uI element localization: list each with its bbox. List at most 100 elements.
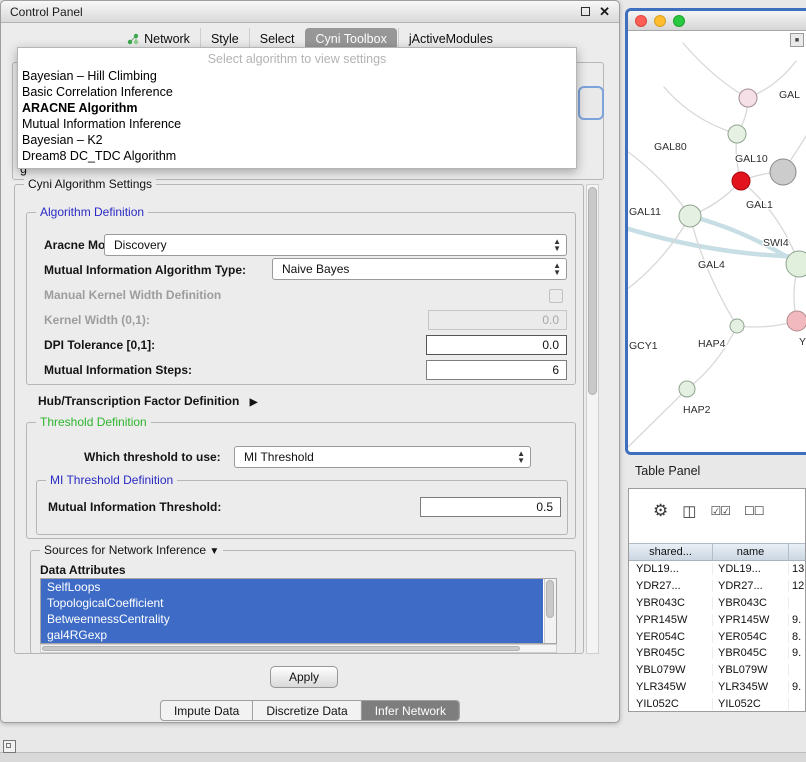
table-row[interactable]: YBR043CYBR043C xyxy=(629,595,805,612)
settings-scrollbar[interactable] xyxy=(586,184,599,654)
network-node[interactable] xyxy=(739,89,757,107)
settings-scrollbar-thumb[interactable] xyxy=(588,187,597,395)
network-node[interactable] xyxy=(730,319,744,333)
attributes-scrollbar-thumb[interactable] xyxy=(546,580,554,618)
which-threshold-label: Which threshold to use: xyxy=(84,450,221,464)
node-label: Y xyxy=(799,336,806,348)
network-node[interactable] xyxy=(679,381,695,397)
tab-discretize-data[interactable]: Discretize Data xyxy=(252,701,360,720)
table-header-name[interactable]: name xyxy=(713,544,789,560)
field-value: 0.0 xyxy=(542,313,559,327)
table-row[interactable]: YLR345WYLR345W9. xyxy=(629,679,805,696)
table-row[interactable]: YDL19...YDL19...13 xyxy=(629,561,805,578)
combo-value: MI Threshold xyxy=(244,450,314,464)
table-cell: 9. xyxy=(789,681,805,693)
data-attributes-list[interactable]: SelfLoopsTopologicalCoefficientBetweenne… xyxy=(40,578,557,644)
attribute-list-item[interactable]: gal4RGexp xyxy=(41,627,543,643)
minimized-panel-icon[interactable] xyxy=(3,740,16,753)
network-canvas-svg[interactable]: GALGAL80GAL10GAL11GAL1SWI4GAL4GCY1HAP4YH… xyxy=(628,31,806,452)
mi-steps-field[interactable]: 6 xyxy=(426,360,567,380)
kernel-width-label: Kernel Width (0,1): xyxy=(44,313,150,327)
expand-arrow-icon[interactable]: ▶ xyxy=(250,397,258,408)
aracne-mode-combo[interactable]: Discovery ▲▼ xyxy=(104,234,567,256)
network-canvas[interactable]: GALGAL80GAL10GAL11GAL1SWI4GAL4GCY1HAP4YH… xyxy=(628,31,806,452)
algorithm-dropdown-placeholder: Select algorithm to view settings xyxy=(18,50,576,68)
deselect-all-checkboxes-icon[interactable]: ☐☐ xyxy=(744,504,764,518)
zoom-traffic-light[interactable] xyxy=(673,15,685,27)
data-attributes-list-items: SelfLoopsTopologicalCoefficientBetweenne… xyxy=(41,579,556,643)
algorithm-option[interactable]: Bayesian – K2 xyxy=(18,132,576,148)
node-label: GAL10 xyxy=(735,153,768,165)
apply-button[interactable]: Apply xyxy=(270,666,338,688)
combo-stepper-icon: ▲▼ xyxy=(553,238,561,252)
manual-kernel-checkbox[interactable] xyxy=(549,289,563,303)
select-all-checkboxes-icon[interactable]: ☑☑ xyxy=(710,504,730,518)
attribute-list-item[interactable]: TopologicalCoefficient xyxy=(41,595,543,611)
table-row[interactable]: YBR045CYBR045C9. xyxy=(629,645,805,662)
attributes-hscrollbar[interactable] xyxy=(40,644,557,653)
field-value: 6 xyxy=(552,363,559,377)
minimize-traffic-light[interactable] xyxy=(654,15,666,27)
dpi-tolerance-label: DPI Tolerance [0,1]: xyxy=(44,338,155,352)
table-cell: YDL19... xyxy=(629,563,713,575)
table-row[interactable]: YIL052CYIL052C xyxy=(629,695,805,712)
table-cell: YIL052C xyxy=(629,698,713,710)
float-window-icon[interactable] xyxy=(581,7,590,16)
table-cell: 9. xyxy=(789,614,805,626)
algorithm-option[interactable]: Basic Correlation Inference xyxy=(18,84,576,100)
table-cell: YER054C xyxy=(629,631,713,643)
table-panel-title: Table Panel xyxy=(635,464,700,478)
table-row[interactable]: YBL079WYBL079W xyxy=(629,662,805,679)
table-row[interactable]: YPR145WYPR145W9. xyxy=(629,611,805,628)
hub-definition-toggle[interactable]: Hub/Transcription Factor Definition ▶ xyxy=(38,394,257,408)
table-header-clipped[interactable] xyxy=(789,544,805,560)
combo-stepper-icon: ▲▼ xyxy=(553,262,561,276)
node-label: HAP2 xyxy=(683,404,711,416)
attributes-hscrollbar-thumb[interactable] xyxy=(42,646,520,651)
network-node[interactable] xyxy=(728,125,746,143)
close-traffic-light[interactable] xyxy=(635,15,647,27)
tab-infer-network[interactable]: Infer Network xyxy=(361,701,459,720)
table-toolbar: ⚙ ◫ ☑☑ ☐☐ xyxy=(629,501,805,521)
table-cell: YBL079W xyxy=(713,664,789,676)
node-label: GAL4 xyxy=(698,259,725,271)
algorithm-option[interactable]: Mutual Information Inference xyxy=(18,116,576,132)
attributes-scrollbar[interactable] xyxy=(544,579,556,643)
column-selector-icon[interactable]: ◫ xyxy=(682,502,696,520)
table-row[interactable]: YER054CYER054C8. xyxy=(629,628,805,645)
mi-algorithm-type-combo[interactable]: Naive Bayes ▲▼ xyxy=(272,258,567,280)
mi-steps-label: Mutual Information Steps: xyxy=(44,363,192,377)
group-title: Cyni Algorithm Settings xyxy=(24,177,156,192)
mi-threshold-field[interactable]: 0.5 xyxy=(420,497,561,517)
mi-algorithm-type-label: Mutual Information Algorithm Type: xyxy=(44,263,246,277)
algorithm-option[interactable]: Dream8 DC_TDC Algorithm xyxy=(18,148,576,164)
network-node[interactable] xyxy=(732,172,750,190)
algorithm-option[interactable]: Bayesian – Hill Climbing xyxy=(18,68,576,84)
table-header-shared-name[interactable]: shared... xyxy=(629,544,713,560)
network-node[interactable] xyxy=(770,159,796,185)
network-node[interactable] xyxy=(787,311,806,331)
attribute-list-item[interactable]: BetweennessCentrality xyxy=(41,611,543,627)
network-node[interactable] xyxy=(679,205,701,227)
table-panel-window: ⚙ ◫ ☑☑ ☐☐ shared... name YDL19...YDL19..… xyxy=(628,488,806,712)
close-icon[interactable]: ✕ xyxy=(599,5,610,18)
attribute-list-item[interactable]: SelfLoops xyxy=(41,579,543,595)
table-cell: YLR345W xyxy=(713,681,789,693)
kernel-width-field[interactable]: 0.0 xyxy=(428,310,567,330)
node-label: GAL80 xyxy=(654,141,687,153)
settings-gear-icon[interactable]: ⚙ xyxy=(653,501,668,521)
sources-toggle[interactable]: Sources for Network Inference ▼ xyxy=(40,543,223,559)
tab-impute-data[interactable]: Impute Data xyxy=(161,701,252,720)
collapse-arrow-icon[interactable]: ▼ xyxy=(209,546,219,557)
combo-value: Discovery xyxy=(114,238,167,252)
algorithm-option[interactable]: ARACNE Algorithm xyxy=(18,100,576,116)
node-label: GAL11 xyxy=(629,206,661,218)
dpi-tolerance-field[interactable]: 0.0 xyxy=(426,335,567,355)
algorithm-help-button[interactable] xyxy=(578,86,604,120)
algorithm-dropdown-popup: Select algorithm to view settings Bayesi… xyxy=(17,47,577,169)
combo-value: Naive Bayes xyxy=(282,262,349,276)
group-title: MI Threshold Definition xyxy=(46,473,177,488)
which-threshold-combo[interactable]: MI Threshold ▲▼ xyxy=(234,446,531,468)
birdseye-toggle-button[interactable]: ■ xyxy=(790,33,804,47)
table-row[interactable]: YDR27...YDR27...12 xyxy=(629,578,805,595)
